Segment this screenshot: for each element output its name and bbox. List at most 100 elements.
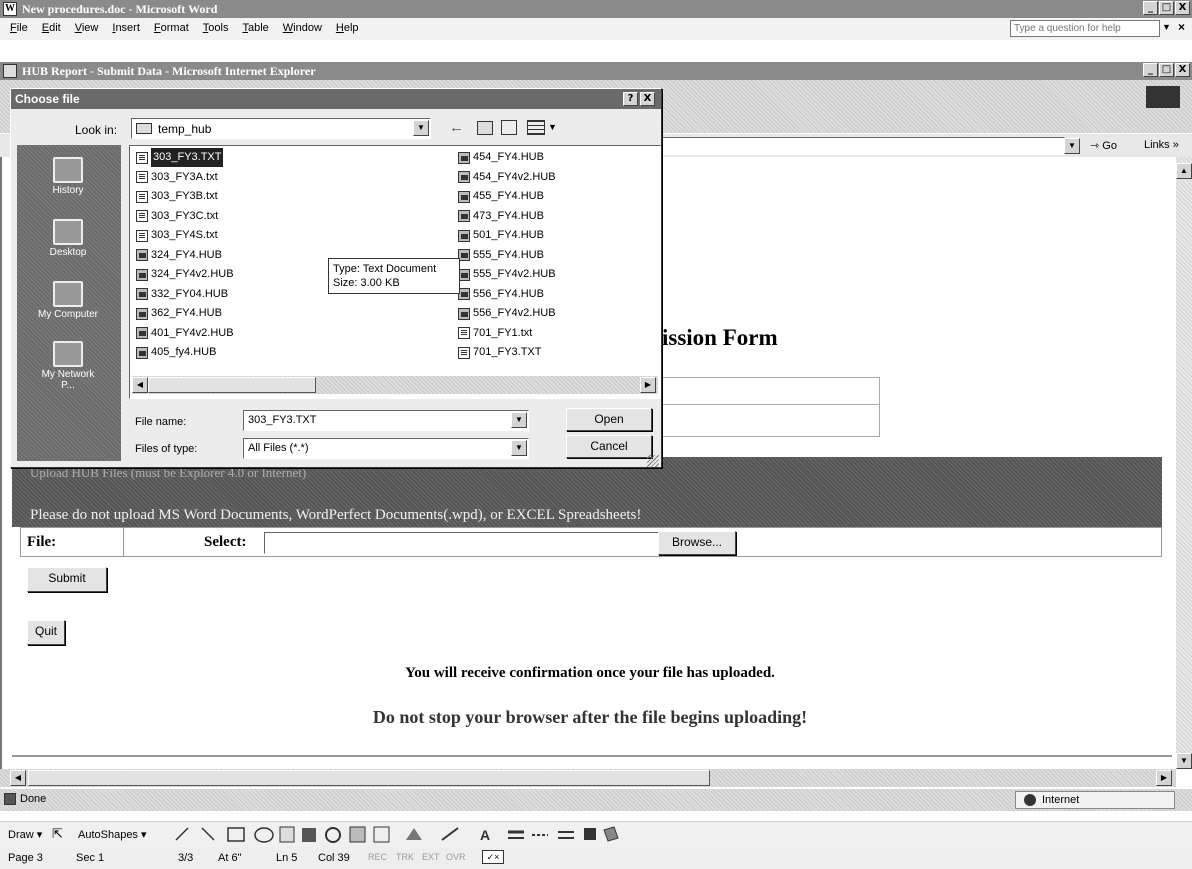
status-ext[interactable]: EXT [422, 852, 440, 862]
back-icon[interactable]: ← [449, 119, 464, 136]
scroll-left-arrow[interactable]: ◀ [10, 770, 26, 786]
ie-minimize-button[interactable]: _ [1143, 63, 1158, 77]
menu-edit[interactable]: Edit [42, 18, 61, 38]
text-file-icon [458, 327, 470, 339]
file-name-input[interactable]: 303_FY3.TXT ▼ [243, 410, 529, 431]
file-path-input[interactable] [264, 532, 660, 554]
places-history-label: History [52, 185, 84, 196]
view-menu-chevron-icon[interactable]: ▼ [548, 122, 557, 132]
file-list-item[interactable]: 473_FY4.HUB [458, 207, 544, 226]
status-ovr[interactable]: OVR [446, 852, 466, 862]
menu-window[interactable]: Window [283, 18, 322, 38]
files-of-type-dropdown[interactable]: All Files (*.*) ▼ [243, 438, 529, 459]
file-list-hscrollbar[interactable]: ◀ ▶ [132, 376, 658, 394]
scroll-up-arrow[interactable]: ▲ [1176, 163, 1192, 179]
word-doc-close-icon[interactable]: × [1178, 20, 1185, 34]
file-list-item[interactable]: 556_FY4.HUB [458, 285, 544, 304]
draw-menu-button[interactable]: Draw ▾ [8, 828, 42, 841]
ie-vertical-scrollbar[interactable]: ▲ ▼ [1176, 157, 1192, 769]
file-list-item[interactable]: 324_FY4v2.HUB [136, 265, 234, 284]
word-restore-button[interactable]: □ [1159, 1, 1174, 15]
autoshapes-menu-button[interactable]: AutoShapes ▾ [78, 828, 147, 841]
cancel-button[interactable]: Cancel [566, 435, 652, 458]
look-in-dropdown-arrow[interactable]: ▼ [413, 120, 429, 136]
quit-button[interactable]: Quit [27, 620, 65, 645]
shadow-style-icon [584, 828, 596, 840]
menu-tools[interactable]: Tools [203, 18, 229, 38]
file-list-item[interactable]: 555_FY4v2.HUB [458, 265, 556, 284]
ie-links-button[interactable]: Links » [1144, 139, 1179, 151]
places-network[interactable]: My Network P... [37, 341, 99, 391]
ie-address-dropdown[interactable]: ▼ [1064, 138, 1080, 154]
file-list-item[interactable]: 303_FY3C.txt [136, 207, 218, 226]
menu-table[interactable]: Table [242, 18, 268, 38]
ie-address-input[interactable] [655, 137, 1065, 155]
text-file-icon [136, 210, 148, 222]
file-list-item[interactable]: 555_FY4.HUB [458, 246, 544, 265]
resize-grip-icon[interactable] [647, 455, 659, 467]
file-list-item[interactable]: 303_FY3.TXT [136, 148, 224, 167]
confirmation-text: You will receive confirmation once your … [405, 665, 775, 681]
file-name-dropdown-arrow[interactable]: ▼ [511, 412, 527, 428]
file-list-item[interactable]: 454_FY4.HUB [458, 148, 544, 167]
hub-file-icon [458, 151, 470, 164]
file-list[interactable]: 303_FY3.TXT 303_FY3A.txt 303_FY3B.txt 303_F… [129, 145, 661, 399]
file-list-item[interactable]: 303_FY4S.txt [136, 226, 218, 245]
file-list-item[interactable]: 556_FY4v2.HUB [458, 304, 556, 323]
ie-close-button[interactable]: X [1175, 63, 1190, 77]
status-rec[interactable]: REC [368, 852, 387, 862]
scroll-down-arrow[interactable]: ▼ [1176, 753, 1192, 769]
places-history[interactable]: History [37, 157, 99, 196]
file-list-item[interactable]: 455_FY4.HUB [458, 187, 544, 206]
word-minimize-button[interactable]: _ [1143, 1, 1158, 15]
hub-file-icon [458, 171, 470, 183]
menu-insert[interactable]: Insert [112, 18, 140, 38]
drawing-tools-icons[interactable]: A [168, 824, 688, 846]
file-scroll-thumb[interactable] [148, 377, 316, 393]
ie-horizontal-scrollbar[interactable]: ◀ ▶ [0, 769, 1176, 787]
file-list-item[interactable]: 501_FY4.HUB [458, 226, 544, 245]
submit-button[interactable]: Submit [27, 567, 107, 592]
browse-button[interactable]: Browse... [658, 531, 736, 555]
file-list-item[interactable]: 405_fy4.HUB [136, 343, 216, 362]
file-list-item[interactable]: 454_FY4v2.HUB [458, 168, 556, 187]
file-list-item[interactable]: 324_FY4.HUB [136, 246, 222, 265]
file-name-text: 401_FY4v2.HUB [151, 326, 234, 339]
look-in-dropdown[interactable]: temp_hub ▼ [131, 118, 431, 139]
files-of-type-dropdown-arrow[interactable]: ▼ [511, 440, 527, 456]
help-dropdown-icon[interactable]: ▼ [1162, 22, 1171, 32]
file-name-text: 332_FY04.HUB [151, 287, 229, 300]
menu-format[interactable]: Format [154, 18, 189, 38]
clipart-tool-icon [349, 826, 366, 843]
file-list-item[interactable]: 701_FY3.TXT [458, 343, 541, 362]
status-trk[interactable]: TRK [396, 852, 414, 862]
menu-file[interactable]: File [10, 18, 28, 38]
help-question-input[interactable] [1010, 20, 1160, 37]
dialog-help-button[interactable]: ? [623, 92, 638, 106]
file-list-item[interactable]: 362_FY4.HUB [136, 304, 222, 323]
ie-zone-text: Internet [1042, 794, 1080, 806]
file-list-item[interactable]: 332_FY04.HUB [136, 285, 228, 304]
file-list-item[interactable]: 401_FY4v2.HUB [136, 324, 234, 343]
up-folder-icon[interactable] [477, 121, 493, 135]
file-list-item[interactable]: 303_FY3A.txt [136, 168, 218, 187]
menu-help[interactable]: Help [336, 18, 359, 38]
menu-view[interactable]: View [75, 18, 99, 38]
horizontal-scroll-thumb[interactable] [28, 770, 710, 786]
open-button[interactable]: Open [566, 408, 652, 431]
places-my-computer[interactable]: My Computer [37, 281, 99, 320]
new-folder-icon[interactable] [501, 120, 517, 135]
select-objects-icon[interactable]: ⇱ [52, 826, 63, 842]
file-scroll-left-arrow[interactable]: ◀ [132, 377, 148, 393]
view-menu-icon[interactable] [527, 120, 545, 135]
dialog-close-button[interactable]: X [640, 92, 655, 106]
file-list-item[interactable]: 303_FY3B.txt [136, 187, 218, 206]
word-close-button[interactable]: X [1175, 1, 1190, 15]
places-desktop[interactable]: Desktop [37, 219, 99, 258]
ie-go-button[interactable]: ⇾ Go [1090, 139, 1117, 152]
hub-file-icon [136, 346, 148, 359]
scroll-right-arrow[interactable]: ▶ [1156, 770, 1172, 786]
ie-restore-button[interactable]: □ [1159, 63, 1174, 77]
file-scroll-right-arrow[interactable]: ▶ [640, 377, 656, 393]
file-list-item[interactable]: 701_FY1.txt [458, 324, 532, 343]
